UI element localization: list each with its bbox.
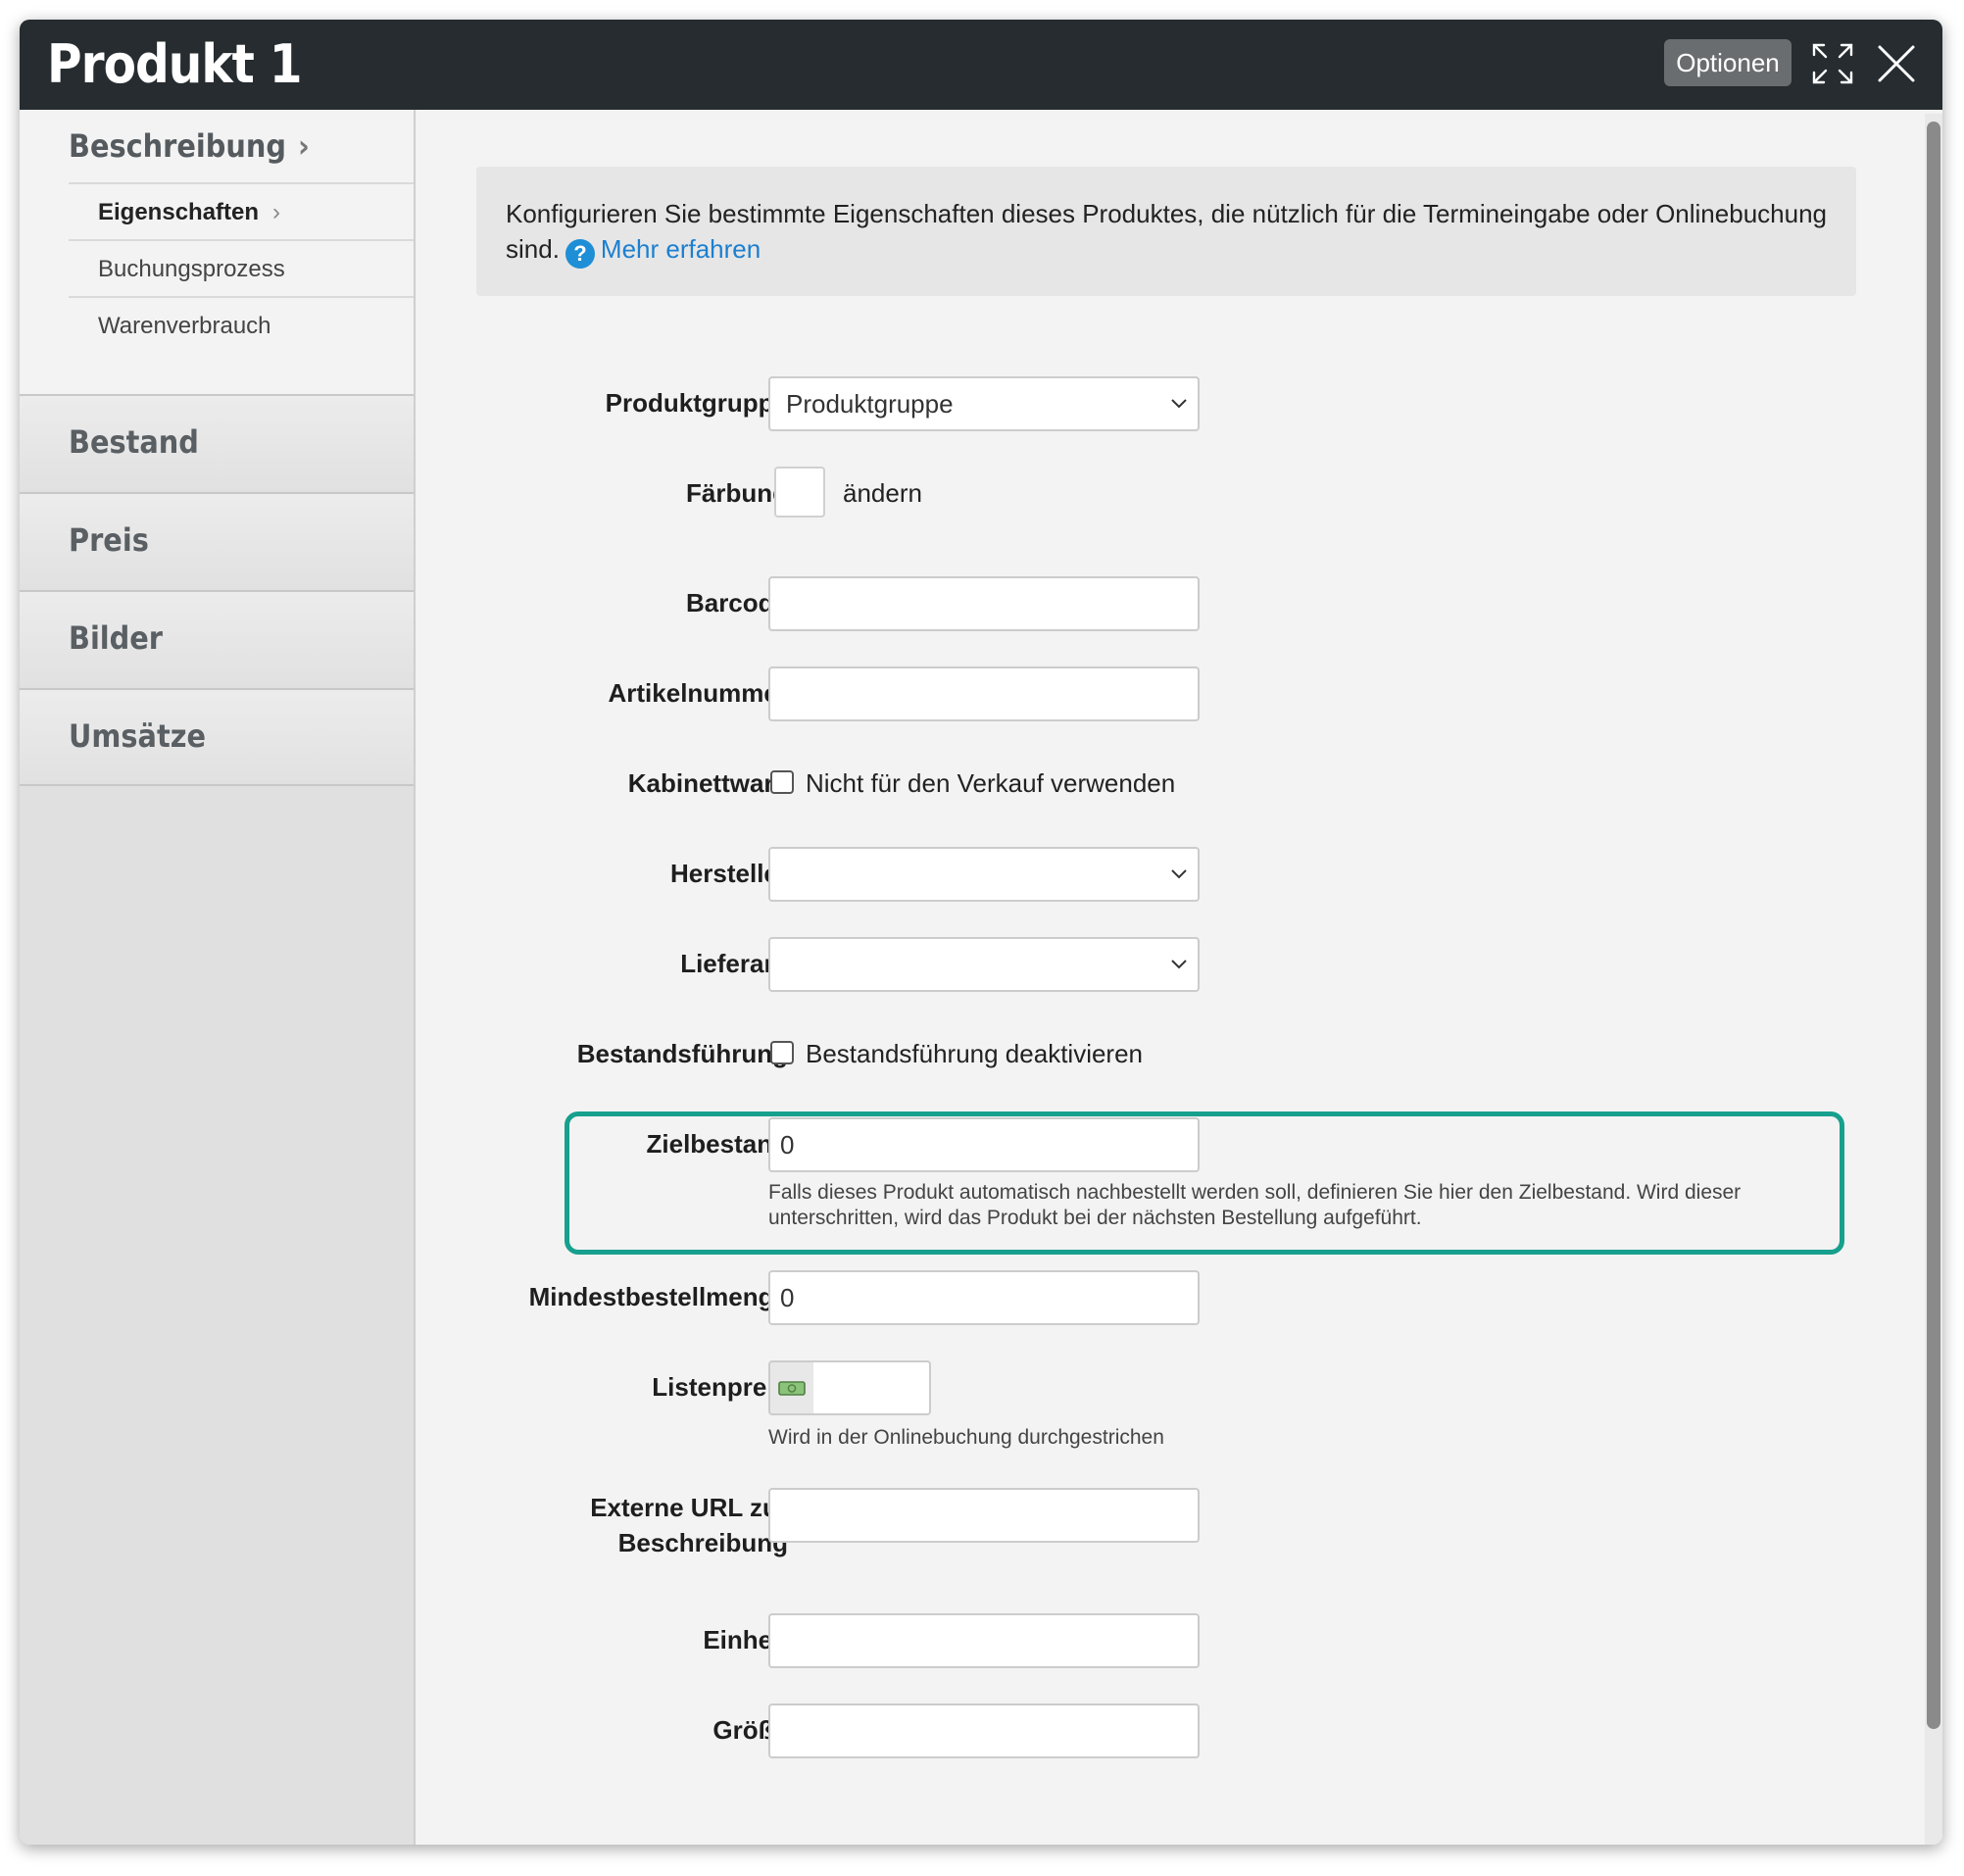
- bestandsfuehrung-checkbox[interactable]: [770, 1041, 794, 1064]
- zielbestand-hint: Falls dieses Produkt automatisch nachbes…: [768, 1181, 1742, 1229]
- sidebar-item-label: Beschreibung: [69, 127, 286, 165]
- sidebar-subitem-label: Warenverbrauch: [98, 313, 271, 339]
- product-dialog: Produkt 1 Optionen Beschreibung › Eigensc…: [20, 20, 1942, 1845]
- barcode-label: Barcode: [685, 588, 788, 617]
- groesse-input[interactable]: [768, 1703, 1200, 1758]
- sidebar-item-preis[interactable]: Preis: [20, 492, 414, 588]
- more-info-link[interactable]: Mehr erfahren: [601, 234, 761, 264]
- barcode-input[interactable]: [768, 576, 1200, 631]
- listenpreis-input[interactable]: [813, 1360, 931, 1415]
- chevron-down-icon: [1171, 399, 1187, 409]
- produktgruppe-label: Produktgruppe: [605, 388, 788, 418]
- listenpreis-label: Listenpreis: [652, 1372, 788, 1402]
- sidebar: Beschreibung › Eigenschaften › Buchungspro…: [20, 110, 416, 1845]
- help-icon[interactable]: ?: [565, 239, 595, 269]
- sidebar-description-group: Beschreibung › Eigenschaften › Buchungspro…: [20, 110, 414, 394]
- groesse-label: Größe: [712, 1715, 788, 1745]
- chevron-right-icon: ›: [272, 199, 281, 225]
- dialog-title: Produkt 1: [47, 33, 303, 95]
- externe-url-label-line2: Beschreibung: [617, 1528, 788, 1557]
- zielbestand-input[interactable]: 0: [768, 1117, 1200, 1172]
- content-area: Konfigurieren Sie bestimmte Eigenschafte…: [416, 110, 1942, 1845]
- bestandsfuehrung-checkbox-label[interactable]: Bestandsführung deaktivieren: [806, 1039, 1143, 1069]
- chevron-down-icon: [1171, 960, 1187, 969]
- sidebar-divider: [20, 784, 414, 786]
- lieferant-label: Lieferant: [680, 949, 788, 978]
- kabinettware-checkbox[interactable]: [770, 770, 794, 794]
- close-icon[interactable]: [1874, 41, 1919, 86]
- listenpreis-hint: Wird in der Onlinebuchung durchgestriche…: [768, 1426, 1164, 1449]
- externe-url-label-line1: Externe URL zur: [590, 1493, 788, 1522]
- lieferant-select[interactable]: [768, 937, 1200, 992]
- externe-url-label: Externe URL zur Beschreibung: [416, 1490, 788, 1560]
- hersteller-select[interactable]: [768, 847, 1200, 902]
- produktgruppe-value: Produktgruppe: [786, 389, 954, 419]
- sidebar-item-bilder[interactable]: Bilder: [20, 590, 414, 686]
- options-button[interactable]: Optionen: [1664, 39, 1792, 86]
- einheit-label: Einheit: [703, 1625, 788, 1654]
- sidebar-subitem-warenverbrauch[interactable]: Warenverbrauch: [69, 296, 414, 353]
- title-bar: Produkt 1 Optionen: [20, 20, 1942, 110]
- produktgruppe-select[interactable]: Produktgruppe: [768, 376, 1200, 431]
- sidebar-subitem-eigenschaften[interactable]: Eigenschaften ›: [69, 182, 414, 239]
- faerbung-label: Färbung: [686, 478, 788, 508]
- money-addon: [768, 1360, 815, 1415]
- sidebar-subitem-label: Eigenschaften: [98, 199, 260, 225]
- scrollbar-thumb[interactable]: [1927, 122, 1940, 1729]
- expand-icon[interactable]: [1810, 41, 1855, 86]
- mindestbestellmenge-label: Mindestbestellmenge: [528, 1282, 788, 1311]
- sidebar-item-bestand[interactable]: Bestand: [20, 394, 414, 490]
- color-swatch[interactable]: [774, 467, 825, 518]
- hersteller-label: Hersteller: [670, 859, 788, 888]
- sidebar-subitem-buchungsprozess[interactable]: Buchungsprozess: [69, 239, 414, 296]
- sidebar-subitem-label: Buchungsprozess: [98, 256, 285, 282]
- mindestbestellmenge-input[interactable]: 0: [768, 1270, 1200, 1325]
- change-color-link[interactable]: ändern: [843, 478, 922, 509]
- externe-url-input[interactable]: [768, 1488, 1200, 1543]
- kabinettware-checkbox-label[interactable]: Nicht für den Verkauf verwenden: [806, 768, 1175, 799]
- bestandsfuehrung-label: Bestandsführung: [576, 1039, 788, 1068]
- einheit-input[interactable]: [768, 1613, 1200, 1668]
- sidebar-item-umsaetze[interactable]: Umsätze: [20, 688, 414, 784]
- sidebar-item-beschreibung[interactable]: Beschreibung ›: [69, 127, 310, 165]
- info-box: Konfigurieren Sie bestimmte Eigenschafte…: [476, 167, 1856, 296]
- money-icon: [778, 1381, 806, 1396]
- chevron-right-icon: ›: [297, 127, 310, 165]
- artikelnummer-label: Artikelnummer: [608, 678, 789, 708]
- kabinettware-label: Kabinettware: [627, 768, 788, 798]
- zielbestand-label: Zielbestand: [646, 1129, 788, 1159]
- artikelnummer-input[interactable]: [768, 666, 1200, 721]
- chevron-down-icon: [1171, 869, 1187, 879]
